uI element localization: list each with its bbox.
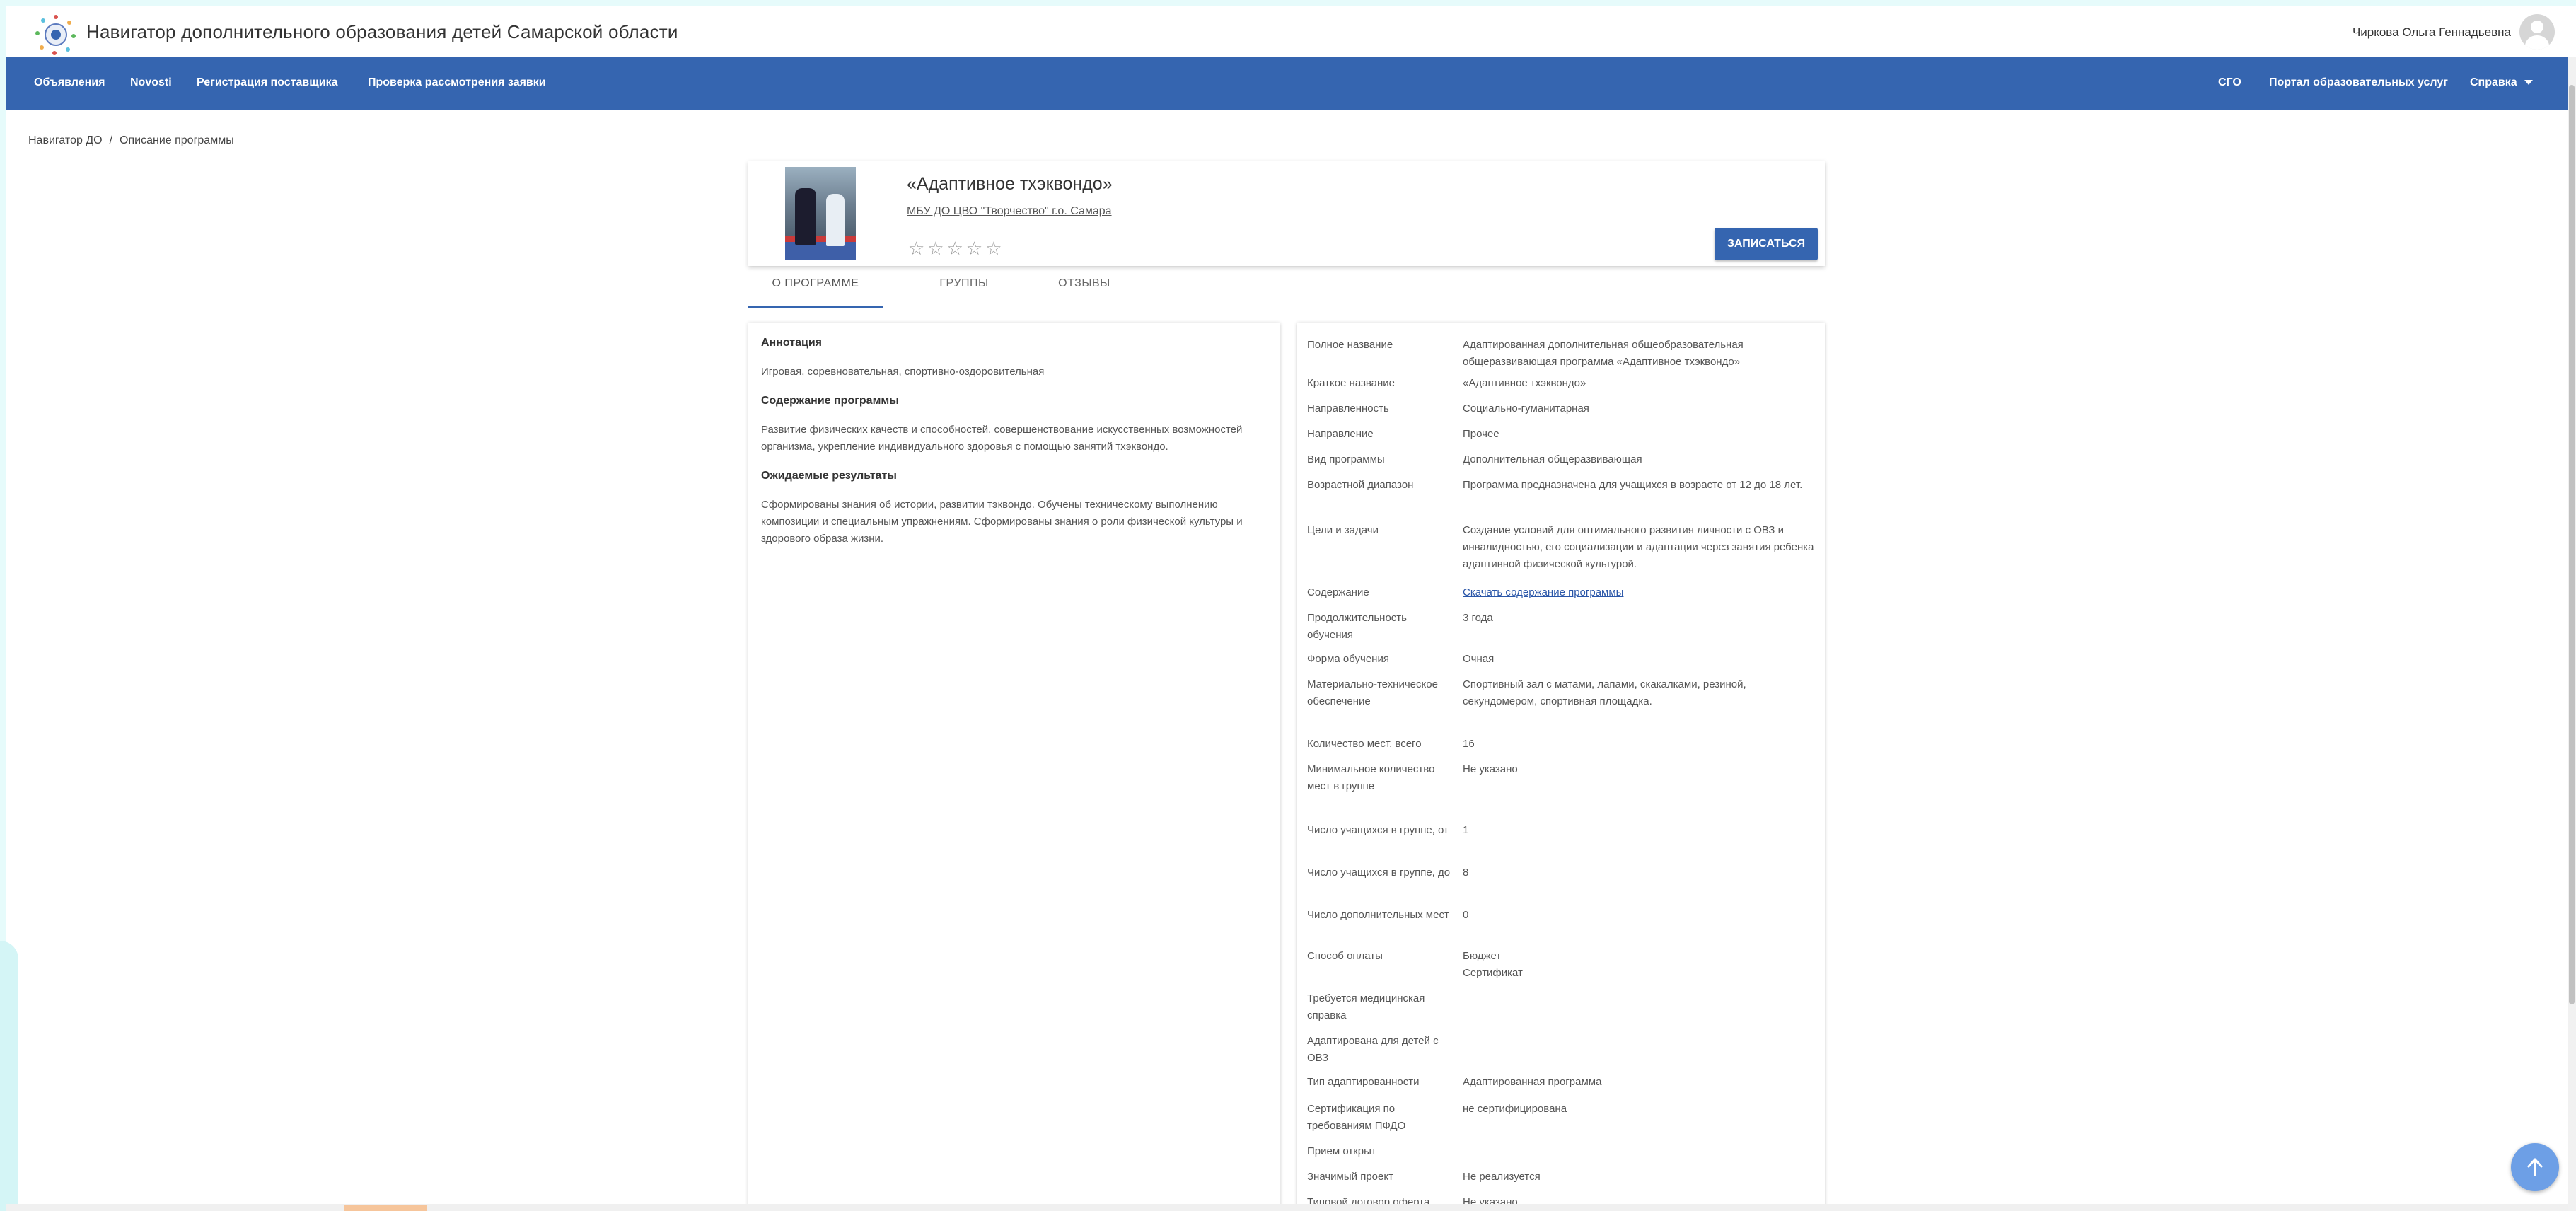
detail-value: «Адаптивное тхэквондо»: [1463, 377, 1586, 389]
detail-value: Программа предназначена для учащихся в в…: [1463, 479, 1803, 491]
avatar-body: [2525, 35, 2549, 50]
tab-about-program[interactable]: О ПРОГРАММЕ: [748, 277, 883, 308]
tab-reviews[interactable]: ОТЗЫВЫ: [1045, 277, 1123, 308]
detail-label: Требуется медицинская справка: [1307, 992, 1425, 1021]
detail-value: не сертифицирована: [1463, 1103, 1567, 1115]
results-heading: Ожидаемые результаты: [761, 470, 897, 482]
detail-label: Тип адаптированности: [1307, 1076, 1420, 1088]
detail-value: Создание условий для оптимального развит…: [1463, 524, 1814, 570]
detail-label: Количество мест, всего: [1307, 738, 1422, 750]
nav-help-label: Справка: [2470, 76, 2517, 88]
detail-value: 3 года: [1463, 612, 1493, 624]
regional-emblem-logo[interactable]: [34, 13, 78, 57]
program-about-panel: Аннотация Игровая, соревновательная, спо…: [748, 323, 1280, 1211]
chevron-down-icon: [2524, 80, 2533, 86]
content-text: Развитие физических качеств и способност…: [761, 424, 1243, 453]
page-scrollbar[interactable]: [2568, 57, 2576, 1211]
program-photo[interactable]: [785, 167, 856, 260]
nav-novosti[interactable]: Novosti: [130, 76, 172, 89]
detail-value: Прочее: [1463, 428, 1499, 440]
detail-value: Спортивный зал с матами, лапами, скакалк…: [1463, 678, 1746, 707]
detail-label: Минимальное количество мест в группе: [1307, 763, 1435, 792]
nav-application-check[interactable]: Проверка рассмотрения заявки: [368, 76, 546, 89]
breadcrumb-home[interactable]: Навигатор ДО: [28, 134, 103, 146]
tab-groups[interactable]: ГРУППЫ: [925, 277, 1003, 308]
bottom-taskbar-highlight: [344, 1205, 427, 1211]
annotation-text: Игровая, соревновательная, спортивно-озд…: [761, 366, 1045, 378]
scroll-top-button[interactable]: [2511, 1143, 2559, 1191]
background-decoration: [0, 941, 18, 1211]
detail-value: Дополнительная общеразвивающая: [1463, 453, 1642, 465]
detail-value: Бюджет Сертификат: [1463, 950, 1523, 979]
download-content-link[interactable]: Скачать содержание программы: [1463, 586, 1623, 598]
breadcrumb-current: Описание программы: [120, 134, 234, 146]
program-details-panel: Полное название Адаптированная дополните…: [1297, 323, 1825, 1211]
detail-label: Направление: [1307, 428, 1374, 440]
detail-value: Адаптированная программа: [1463, 1076, 1602, 1088]
star-rating[interactable]: ☆☆☆☆☆: [908, 238, 1005, 260]
detail-label: Прием открыт: [1307, 1145, 1376, 1157]
detail-label: Число учащихся в группе, до: [1307, 867, 1451, 879]
app-title[interactable]: Навигатор дополнительного образования де…: [86, 21, 678, 43]
detail-label: Число учащихся в группе, от: [1307, 824, 1449, 836]
detail-value: Очная: [1463, 653, 1495, 665]
results-text: Сформированы знания об истории, развитии…: [761, 499, 1243, 545]
organization-link[interactable]: МБУ ДО ЦВО "Творчество" г.о. Самара: [907, 205, 1112, 218]
nav-announcements[interactable]: Объявления: [34, 76, 105, 89]
nav-provider-registration[interactable]: Регистрация поставщика: [197, 76, 337, 89]
arrow-up-icon: [2527, 1158, 2543, 1176]
program-card: «Адаптивное тхэквондо» МБУ ДО ЦВО "Творч…: [748, 161, 1825, 266]
nav-sgo[interactable]: СГО: [2218, 76, 2241, 89]
background-frame-top: [0, 0, 2576, 6]
detail-value: Скачать содержание программы: [1463, 584, 1816, 601]
nav-education-portal[interactable]: Портал образовательных услуг: [2269, 76, 2448, 89]
detail-value: Адаптированная дополнительная общеобразо…: [1463, 339, 1744, 368]
top-header: Навигатор дополнительного образования де…: [6, 6, 2570, 57]
avatar-head: [2531, 21, 2543, 33]
detail-value: 8: [1463, 867, 1469, 879]
detail-label: Вид программы: [1307, 453, 1385, 465]
photo-figure-light: [826, 194, 845, 246]
detail-label: Материально-техническое обеспечение: [1307, 678, 1438, 707]
detail-label: Краткое название: [1307, 377, 1396, 389]
annotation-heading: Аннотация: [761, 337, 822, 349]
breadcrumb-separator: /: [109, 134, 113, 146]
detail-label: Полное название: [1307, 339, 1393, 351]
detail-value: 16: [1463, 738, 1475, 750]
enroll-button[interactable]: ЗАПИСАТЬСЯ: [1715, 228, 1818, 260]
detail-value: Не указано: [1463, 763, 1518, 775]
detail-label: Форма обучения: [1307, 653, 1389, 665]
scrollbar-thumb[interactable]: [2569, 85, 2575, 1004]
detail-label: Направленность: [1307, 402, 1389, 415]
photo-figure-dark: [795, 188, 816, 245]
program-title: «Адаптивное тхэквондо»: [907, 174, 1113, 194]
detail-label: Возрастной диапазон: [1307, 479, 1414, 491]
detail-label: Способ оплаты: [1307, 950, 1383, 962]
main-navbar: Объявления Novosti Регистрация поставщик…: [6, 57, 2570, 110]
breadcrumb: Навигатор ДО / Описание программы: [28, 134, 234, 147]
user-name[interactable]: Чиркова Ольга Геннадьевна: [2352, 25, 2511, 40]
detail-label: Адаптирована для детей с ОВЗ: [1307, 1035, 1439, 1064]
detail-label: Сертификация по требованиям ПФДО: [1307, 1103, 1406, 1132]
detail-label: Содержание: [1307, 586, 1369, 598]
detail-label: Продолжительность обучения: [1307, 612, 1407, 641]
detail-value: Не реализуется: [1463, 1171, 1541, 1183]
program-tabs: О ПРОГРАММЕ ГРУППЫ ОТЗЫВЫ: [748, 272, 1825, 308]
detail-value: 0: [1463, 909, 1469, 921]
content-heading: Содержание программы: [761, 395, 899, 407]
detail-label: Число дополнительных мест: [1307, 909, 1449, 921]
user-avatar-icon[interactable]: [2519, 14, 2555, 50]
detail-label: Цели и задачи: [1307, 524, 1379, 536]
detail-label: Значимый проект: [1307, 1171, 1393, 1183]
detail-value: 1: [1463, 824, 1469, 836]
detail-value: Социально-гуманитарная: [1463, 402, 1589, 415]
nav-help-dropdown[interactable]: Справка: [2470, 76, 2533, 89]
